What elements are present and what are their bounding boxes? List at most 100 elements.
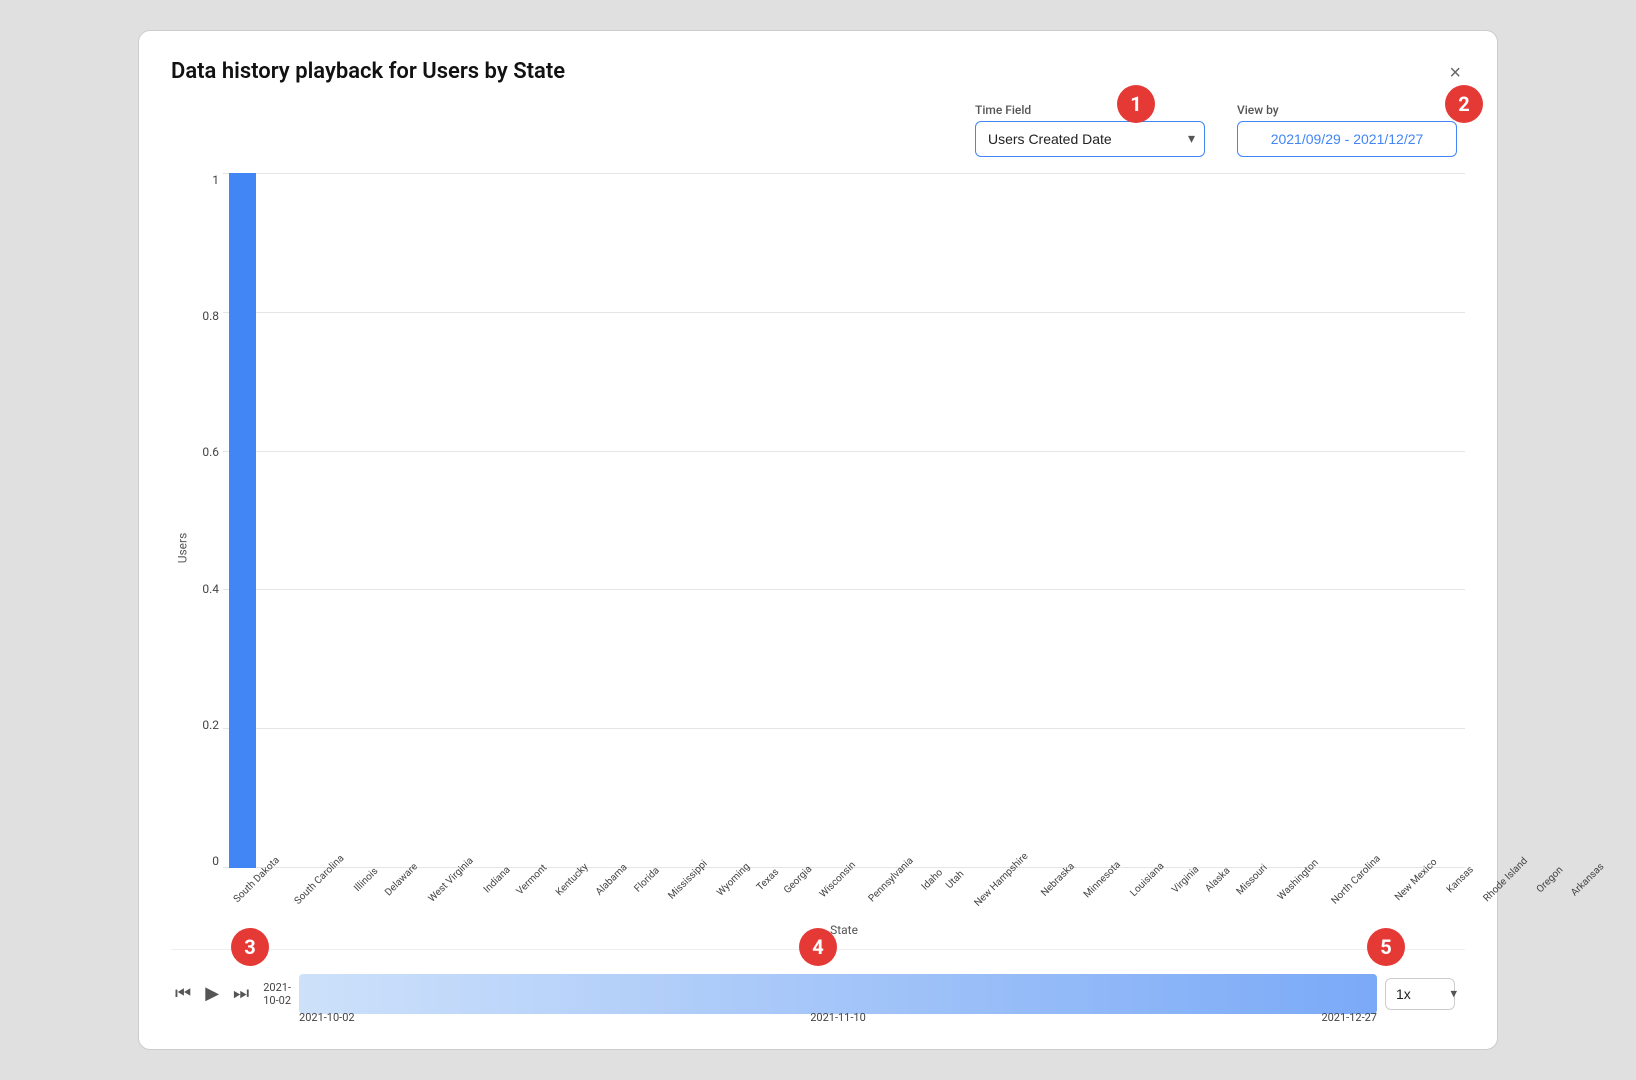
rewind-start-button[interactable]: ⏮ <box>171 979 195 1008</box>
timeline-date-mid: 2021-11-10 <box>810 1011 866 1024</box>
bar-col <box>805 173 844 868</box>
badge-4: 4 <box>799 928 837 966</box>
bar-col <box>1310 173 1349 868</box>
bar-col <box>1387 173 1426 868</box>
x-tick: Alaska <box>1199 872 1229 887</box>
bar-col <box>417 173 456 868</box>
x-tick: Virginia <box>1165 872 1199 887</box>
timeline-dates: 2021-10-02 2021-11-10 2021-12-27 <box>299 1011 1377 1024</box>
bar-col <box>1193 173 1232 868</box>
y-axis-ticks: 1 0.8 0.6 0.4 0.2 0 <box>193 173 223 923</box>
x-tick: Arkansas <box>1563 872 1605 887</box>
time-field-label: Time Field <box>975 103 1031 117</box>
fast-forward-button[interactable]: ⏭ <box>229 979 253 1008</box>
bar-col <box>922 173 961 868</box>
bar-col <box>223 173 262 868</box>
x-tick: Wyoming <box>709 872 751 887</box>
x-tick: Nebraska <box>1033 872 1075 887</box>
x-tick: Wisconsin <box>811 872 857 887</box>
timeline-wrapper[interactable]: 2021-10-02 2021-11-10 2021-12-27 <box>299 964 1377 1024</box>
x-tick: Kansas <box>1440 872 1473 887</box>
badge-2: 2 <box>1445 85 1483 123</box>
bar-col <box>1038 173 1077 868</box>
x-tick: Rhode Island <box>1473 872 1531 887</box>
x-tick: Indiana <box>477 872 510 887</box>
x-tick: Delaware <box>377 872 418 887</box>
speed-select-wrapper[interactable]: 1x 2x 4x 0.5x <box>1385 978 1465 1010</box>
badge-5: 5 <box>1367 928 1405 966</box>
timeline-date-end: 2021-12-27 <box>1321 1011 1377 1024</box>
modal-header: Data history playback for Users by State… <box>171 59 1465 87</box>
x-tick: South Dakota <box>223 872 283 887</box>
bar-col <box>766 173 805 868</box>
playback-controls: ⏮ ▶ ⏭ 2021- 10-02 <box>171 979 291 1008</box>
bar-col <box>378 173 417 868</box>
x-tick: Pennsylvania <box>858 872 917 887</box>
x-tick: South Carolina <box>283 872 348 887</box>
x-tick: Minnesota <box>1075 872 1122 887</box>
play-button[interactable]: ▶ <box>201 979 223 1008</box>
bar <box>229 173 256 868</box>
x-tick: Louisiana <box>1122 872 1165 887</box>
x-tick: Illinois <box>348 872 377 887</box>
bar-col <box>262 173 301 868</box>
speed-select[interactable]: 1x 2x 4x 0.5x <box>1385 978 1455 1010</box>
x-tick: New Mexico <box>1385 872 1440 887</box>
bar-col <box>534 173 573 868</box>
bars-container <box>223 173 1465 868</box>
bar-col <box>999 173 1038 868</box>
x-tick: Kentucky <box>548 872 589 887</box>
view-by-control: View by 2021/09/29 - 2021/12/27 <box>1237 103 1457 157</box>
bar-col <box>844 173 883 868</box>
bar-col <box>728 173 767 868</box>
timeline-date-start: 2021-10-02 <box>299 1011 355 1024</box>
x-tick: New Hampshire <box>962 872 1033 887</box>
x-tick: Alabama <box>588 872 628 887</box>
y-axis-label: Users <box>175 533 189 564</box>
close-button[interactable]: × <box>1445 59 1465 87</box>
bar-col <box>495 173 534 868</box>
bar-col <box>1232 173 1271 868</box>
badge-3: 3 <box>231 928 269 966</box>
bar-col <box>960 173 999 868</box>
bar-col <box>1271 173 1310 868</box>
chart-plot-area: South DakotaSouth CarolinaIllinoisDelawa… <box>223 173 1465 923</box>
x-tick: Missouri <box>1229 872 1268 887</box>
x-tick: Georgia <box>777 872 812 887</box>
bar-col <box>1426 173 1465 868</box>
modal-container: Data history playback for Users by State… <box>138 30 1498 1050</box>
x-axis-title: State <box>223 923 1465 941</box>
x-tick: Idaho <box>916 872 941 887</box>
playback-area: 3 4 5 ⏮ ▶ ⏭ 2021- 10-02 2021-10-02 2021-… <box>171 949 1465 1029</box>
bar-col <box>689 173 728 868</box>
time-field-select-wrapper[interactable]: Users Created Date Users Updated Date <box>975 121 1205 157</box>
bar-col <box>883 173 922 868</box>
x-tick: Texas <box>751 872 777 887</box>
bar-col <box>456 173 495 868</box>
x-tick: Florida <box>628 872 659 887</box>
bar-col <box>572 173 611 868</box>
x-tick: North Carolina <box>1320 872 1385 887</box>
bar-col <box>1116 173 1155 868</box>
view-by-label: View by <box>1237 103 1279 117</box>
date-range-button[interactable]: 2021/09/29 - 2021/12/27 <box>1237 121 1457 157</box>
badge-1: 1 <box>1117 85 1155 123</box>
bar-col <box>650 173 689 868</box>
bar-col <box>1077 173 1116 868</box>
time-field-control: Time Field Users Created Date Users Upda… <box>975 103 1205 157</box>
x-tick: Vermont <box>509 872 547 887</box>
time-field-select[interactable]: Users Created Date Users Updated Date <box>975 121 1205 157</box>
chart-container: Users 1 0.8 0.6 0.4 0.2 0 <box>171 173 1465 941</box>
bar-col <box>301 173 340 868</box>
bar-col <box>1155 173 1194 868</box>
x-tick: Mississippi <box>659 872 709 887</box>
x-tick: Oregon <box>1530 872 1562 887</box>
modal-title: Data history playback for Users by State <box>171 59 565 84</box>
x-tick: Washington <box>1268 872 1321 887</box>
bar-col <box>339 173 378 868</box>
bar-col <box>611 173 650 868</box>
timeline-track <box>299 974 1377 1014</box>
x-axis-labels: South DakotaSouth CarolinaIllinoisDelawa… <box>223 868 1465 923</box>
current-date-label: 2021- 10-02 <box>263 981 291 1007</box>
bar-col <box>1349 173 1388 868</box>
